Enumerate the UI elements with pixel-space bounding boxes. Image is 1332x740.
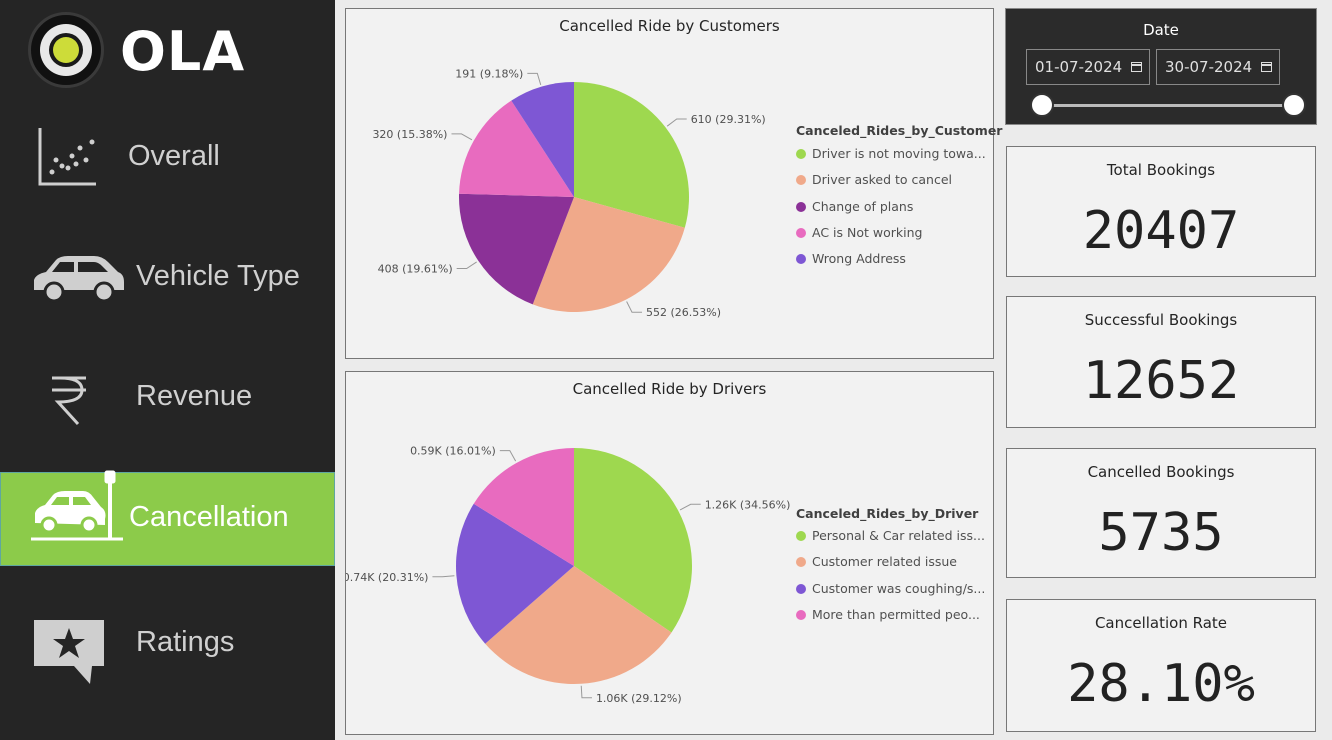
date-range-slider-track[interactable] (1042, 104, 1294, 107)
data-label: 1.26K (34.56%) (705, 498, 791, 511)
legend-marker (796, 531, 806, 541)
nav-label-overall: Overall (128, 140, 220, 172)
legend-marker (796, 149, 806, 159)
legend-label: Personal & Car related iss... (812, 528, 985, 543)
end-date-field[interactable]: 30-07-2024 (1156, 49, 1280, 85)
kpi-card-total-bookings: Total Bookings 20407 (1006, 146, 1316, 277)
kpi-card-cancellation-rate: Cancellation Rate 28.10% (1006, 599, 1316, 732)
legend-label: Driver is not moving towa... (812, 146, 986, 161)
nav-item-cancellation[interactable]: Cancellation (0, 470, 335, 566)
leader-line (432, 575, 455, 578)
legend-item[interactable]: Driver is not moving towa... (796, 146, 986, 161)
nav-item-ratings[interactable]: Ratings (0, 598, 335, 692)
legend-item[interactable]: AC is Not working (796, 225, 922, 240)
legend-marker (796, 175, 806, 186)
customer-cancellation-chart-panel: Cancelled Ride by Customers 610 (29.31%)… (345, 8, 1002, 359)
nav-item-revenue[interactable]: Revenue (0, 350, 335, 444)
data-label: 191 (9.18%) (455, 67, 523, 80)
sidebar-nav: OLA Overall Vehicle Type Revenue Cancell… (0, 0, 335, 740)
rupee-icon (52, 376, 86, 426)
data-label: 1.06K (29.12%) (596, 692, 682, 705)
legend-item[interactable]: Driver asked to cancel (796, 172, 952, 187)
kpi-value: 20407 (1082, 201, 1240, 261)
kpi-value: 28.10% (1067, 654, 1255, 714)
legend-marker (796, 227, 806, 238)
leader-line (626, 301, 643, 313)
legend-item[interactable]: Customer related issue (796, 554, 957, 569)
nav-label-vehicle-type: Vehicle Type (136, 260, 300, 292)
legend-label: More than permitted peo... (812, 606, 980, 622)
legend-item[interactable]: More than permitted peo... (796, 607, 980, 622)
star-speech-bubble-icon (34, 620, 104, 684)
legend-marker (796, 557, 806, 568)
start-date-value: 01-07-2024 (1035, 58, 1123, 76)
nav-label-ratings: Ratings (136, 626, 235, 658)
leader-line (451, 133, 473, 141)
kpi-label: Successful Bookings (1084, 311, 1238, 329)
legend-label: Customer related issue (812, 554, 957, 570)
data-label: 552 (26.53%) (646, 306, 721, 319)
kpi-value: 5735 (1098, 503, 1224, 563)
driver-cancellation-chart-panel: Cancelled Ride by Drivers 1.26K (34.56%)… (345, 371, 994, 735)
legend-label: Change of plans (812, 198, 914, 214)
kpi-label: Cancelled Bookings (1087, 463, 1235, 481)
leader-line (499, 450, 517, 462)
legend-item[interactable]: Wrong Address (796, 251, 906, 266)
data-label: 320 (15.38%) (372, 128, 447, 141)
legend-item[interactable]: Customer was coughing/s... (796, 581, 985, 596)
ola-logo-mark (28, 12, 104, 88)
legend-marker (796, 609, 806, 620)
start-date-field[interactable]: 01-07-2024 (1026, 49, 1150, 85)
leader-line (666, 118, 687, 127)
date-filter-panel: Date 01-07-2024 30-07-2024 (1005, 8, 1317, 125)
calendar-icon[interactable] (1261, 62, 1272, 72)
car-crash-icon (31, 470, 123, 541)
legend-label: Customer was coughing/s... (812, 580, 986, 596)
legend-marker (796, 201, 806, 212)
nav-item-vehicle-type[interactable]: Vehicle Type (0, 230, 335, 324)
nav-label-revenue: Revenue (136, 380, 253, 412)
date-filter-title: Date (1143, 21, 1179, 39)
legend-title: Canceled_Rides_by_Customer (796, 123, 1003, 138)
leader-line (679, 503, 701, 511)
leader-line (456, 261, 477, 270)
nav-item-overall[interactable]: Overall (0, 110, 335, 204)
ola-logo: OLA (28, 12, 268, 92)
scatter-chart-icon (38, 128, 96, 186)
legend-marker (796, 583, 806, 594)
legend-title: Canceled_Rides_by_Driver (796, 506, 979, 521)
calendar-icon[interactable] (1131, 62, 1142, 72)
logo-text: OLA (120, 20, 246, 83)
date-range-end-handle[interactable] (1282, 93, 1306, 117)
leader-line (580, 685, 592, 699)
kpi-label: Total Bookings (1106, 161, 1216, 179)
data-label: 0.59K (16.01%) (410, 445, 496, 458)
legend-label: Wrong Address (812, 251, 906, 267)
kpi-card-cancelled-bookings: Cancelled Bookings 5735 (1006, 448, 1316, 578)
car-icon (34, 256, 124, 303)
kpi-value: 12652 (1082, 351, 1240, 411)
legend-item[interactable]: Personal & Car related iss... (796, 528, 985, 543)
leader-line (527, 72, 542, 85)
data-label: 0.74K (20.31%) (346, 571, 428, 584)
end-date-value: 30-07-2024 (1165, 58, 1253, 76)
date-range-start-handle[interactable] (1030, 93, 1054, 117)
data-label: 610 (29.31%) (691, 113, 766, 126)
legend-marker (796, 254, 806, 265)
legend-label: AC is Not working (812, 224, 923, 240)
data-label: 408 (19.61%) (378, 263, 453, 276)
legend-label: Driver asked to cancel (812, 172, 953, 188)
nav-label-cancellation: Cancellation (129, 501, 289, 533)
legend-item[interactable]: Change of plans (796, 199, 913, 214)
kpi-label: Cancellation Rate (1094, 614, 1228, 632)
kpi-card-successful-bookings: Successful Bookings 12652 (1006, 296, 1316, 428)
